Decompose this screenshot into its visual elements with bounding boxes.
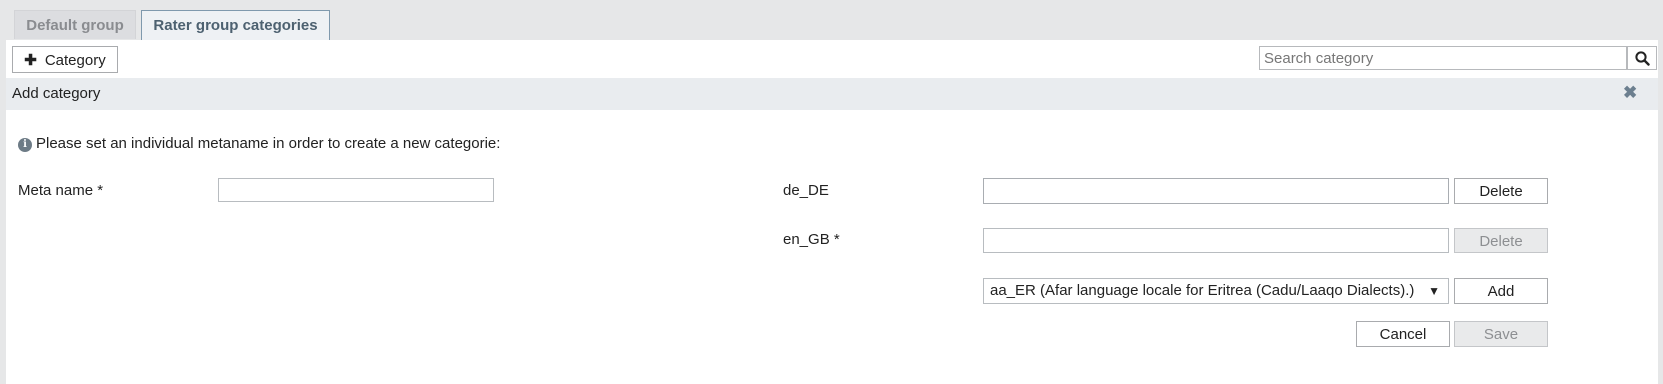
- add-category-label: Category: [44, 52, 106, 69]
- section-title: Add category: [12, 85, 101, 102]
- tab-bar: Default group Rater group categories: [0, 0, 1663, 41]
- plus-icon: ✚: [24, 52, 37, 69]
- info-text: Please set an individual metaname in ord…: [36, 135, 501, 152]
- info-message: i Please set an individual metaname in or…: [18, 135, 500, 152]
- add-locale-button[interactable]: Add: [1454, 278, 1548, 304]
- cancel-button[interactable]: Cancel: [1356, 321, 1450, 347]
- locale-input-en-gb[interactable]: [983, 228, 1449, 253]
- tab-panel: ✚ Category Add category ✖ i Please set an …: [6, 40, 1658, 384]
- locale-input-de-de[interactable]: [983, 178, 1449, 204]
- toolbar: ✚ Category: [6, 40, 1658, 78]
- locale-label-en-gb: en_GB *: [783, 231, 840, 248]
- search-icon: [1635, 51, 1650, 66]
- search-button[interactable]: [1627, 46, 1657, 70]
- locale-select[interactable]: aa_ER (Afar language locale for Eritrea …: [983, 278, 1449, 304]
- delete-en-gb-button: Delete: [1454, 228, 1548, 253]
- tab-rater-group-categories[interactable]: Rater group categories: [141, 10, 330, 41]
- add-category-header: Add category ✖: [6, 78, 1658, 110]
- add-category-button[interactable]: ✚ Category: [12, 46, 118, 73]
- caret-down-icon: ▼: [1428, 284, 1440, 298]
- meta-name-label: Meta name *: [18, 182, 104, 199]
- info-icon: i: [18, 138, 32, 152]
- tab-default-group[interactable]: Default group: [14, 10, 136, 39]
- locale-select-value: aa_ER (Afar language locale for Eritrea …: [990, 282, 1415, 299]
- meta-name-input[interactable]: [218, 178, 494, 202]
- save-button: Save: [1454, 321, 1548, 347]
- search-input[interactable]: [1259, 46, 1627, 70]
- close-icon[interactable]: ✖: [1623, 83, 1637, 103]
- locale-label-de-de: de_DE: [783, 182, 829, 199]
- delete-de-de-button[interactable]: Delete: [1454, 178, 1548, 204]
